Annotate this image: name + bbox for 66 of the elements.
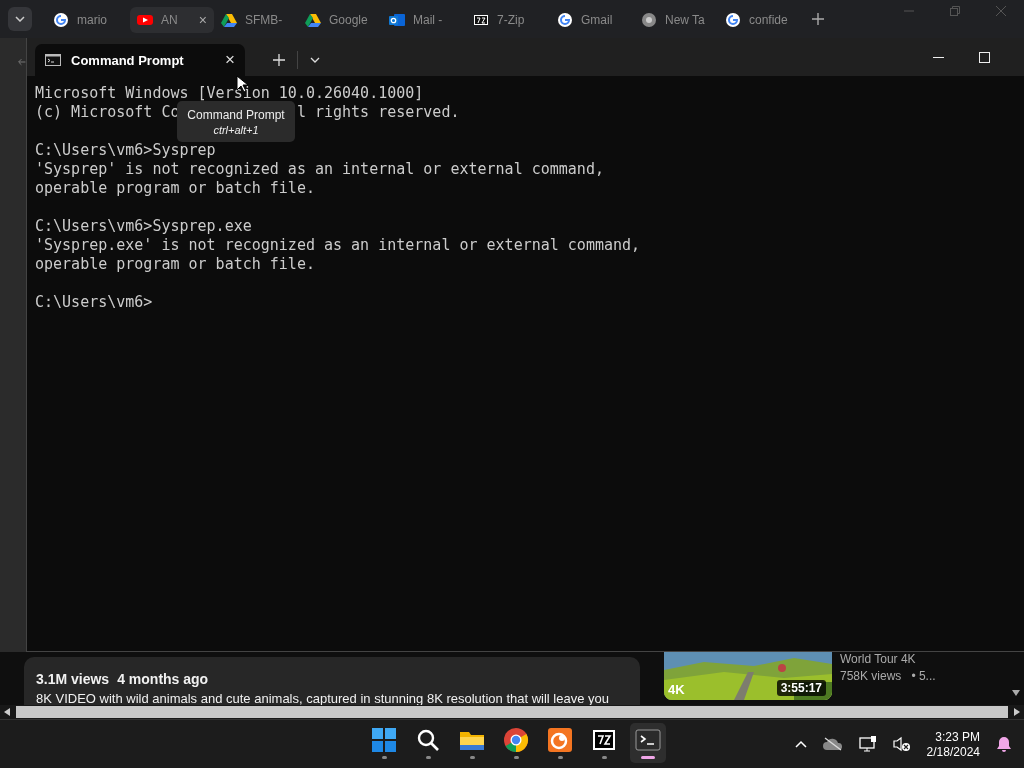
clock[interactable]: 3:23 PM 2/18/2024 xyxy=(926,729,980,759)
browser-tab[interactable]: SFMB- xyxy=(214,7,298,33)
terminal-text: operable program or batch file. xyxy=(35,179,315,198)
browser-tab[interactable]: Mail - xyxy=(382,7,466,33)
browser-tab[interactable]: mario xyxy=(46,7,130,33)
dropdown-icon[interactable] xyxy=(310,57,320,63)
video-description: 8K VIDEO with wild animals and cute animals, captured in stunning 8K resolution that will leave you xyxy=(36,691,611,705)
quality-label: 4K xyxy=(668,682,685,697)
cloud-icon[interactable] xyxy=(822,737,843,751)
monitor-icon[interactable] xyxy=(858,736,877,752)
shortcut-text: ctrl+alt+1 xyxy=(213,123,259,136)
letter-g-icon xyxy=(557,12,573,28)
video-thumbnail[interactable]: 4K 3:55:17 xyxy=(664,652,832,700)
view-count: 758K views xyxy=(840,669,902,683)
terminal-icon xyxy=(635,727,661,753)
browser-icon xyxy=(641,12,657,28)
browser-tab[interactable]: Gmail xyxy=(550,7,634,33)
triangle-icon xyxy=(305,12,321,28)
ring-logo-icon xyxy=(547,727,573,753)
horizontal-scrollbar[interactable] xyxy=(16,706,1008,718)
terminal-text: 'Sysprep.exe' is not recognized as an internal or external command, xyxy=(35,236,641,255)
terminal-button[interactable] xyxy=(630,723,666,763)
terminal-text: C:\Users\vm6>Sysprep.exe xyxy=(35,217,252,236)
caret-icon xyxy=(15,16,25,22)
upload-age: 4 months ago xyxy=(117,671,209,687)
archive-icon xyxy=(473,12,489,28)
browser-tab[interactable]: confide xyxy=(718,7,802,33)
play-icon xyxy=(137,12,153,28)
triangle-icon xyxy=(221,12,237,28)
date-text: 2/18/2024 xyxy=(926,744,980,759)
terminal-text: C:\Users\vm6>Sysprep xyxy=(35,141,216,160)
tab-list-button[interactable] xyxy=(8,7,32,31)
tooltip-title: Command Prompt xyxy=(187,107,285,122)
windows-logo-icon xyxy=(371,727,397,753)
terminal-tab[interactable]: Command Prompt × xyxy=(35,44,245,76)
maximize-icon[interactable] xyxy=(979,51,990,63)
terminal-text: Microsoft Windows [Version 10.0.26040.1000] xyxy=(35,84,424,103)
terminal-text: l rights reserved. xyxy=(296,103,460,122)
video-title[interactable]: World Tour 4K xyxy=(840,652,936,666)
scroll-down-icon[interactable] xyxy=(1012,690,1020,696)
search-icon xyxy=(415,727,441,753)
mail-icon xyxy=(389,12,405,28)
terminal-text: C:\Users\vm6> xyxy=(35,293,153,312)
archive-icon xyxy=(591,727,617,753)
terminal-text: operable program or batch file. xyxy=(35,255,315,274)
bell-icon[interactable] xyxy=(996,736,1012,752)
browser-tab[interactable]: New Ta xyxy=(634,7,718,33)
video-meta: • 5... xyxy=(911,669,936,683)
browser-tab[interactable]: Google xyxy=(298,7,382,33)
letter-g-icon xyxy=(725,12,741,28)
browser-tab[interactable]: 7-Zip xyxy=(466,7,550,33)
time-text: 3:23 PM xyxy=(935,729,980,744)
browser-tab[interactable]: AN × xyxy=(130,7,214,33)
scroll-right-icon[interactable] xyxy=(1014,708,1020,716)
close-tab-button[interactable]: × xyxy=(198,12,207,28)
console-icon xyxy=(45,54,61,66)
scroll-left-icon[interactable] xyxy=(4,708,10,716)
new-tab-icon[interactable] xyxy=(812,13,824,25)
browser-icon xyxy=(503,727,529,753)
terminal-text: 'Sysprep' is not recognized as an internal or external command, xyxy=(35,160,604,179)
close-tab-button[interactable]: × xyxy=(225,50,235,70)
letter-g-icon xyxy=(53,12,69,28)
chevron-up-icon[interactable] xyxy=(794,740,807,748)
muted-speaker-icon[interactable] xyxy=(892,736,911,752)
view-count: 3.1M views xyxy=(36,671,110,687)
duration-badge: 3:55:17 xyxy=(776,680,826,696)
